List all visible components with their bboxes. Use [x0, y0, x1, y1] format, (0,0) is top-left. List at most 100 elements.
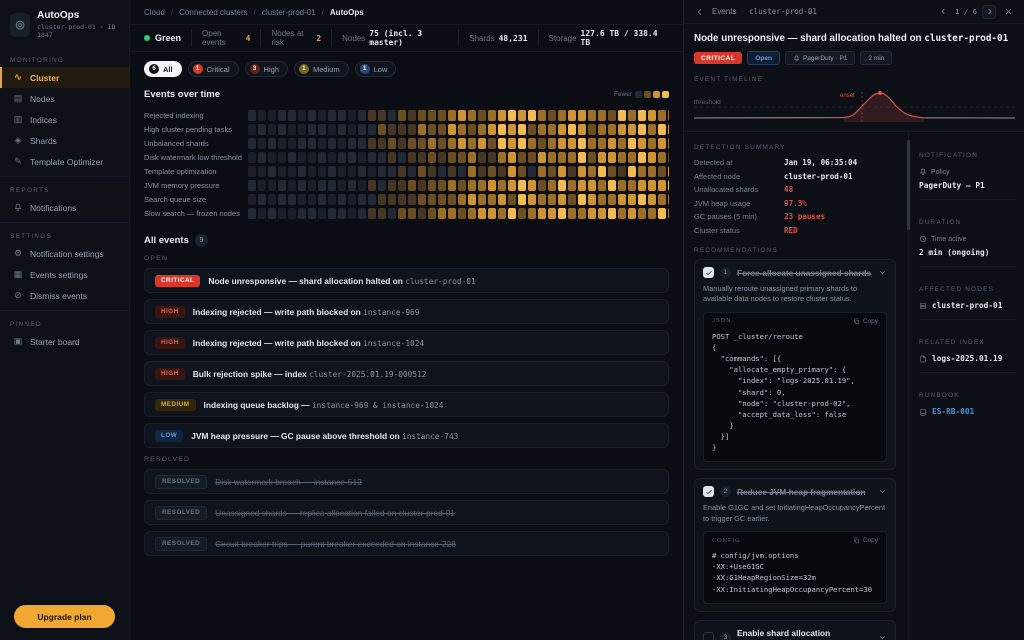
gear-icon: ⚙	[13, 248, 23, 259]
event-timeline-section: EVENT TIMELINE threshold onset	[684, 74, 1024, 131]
sidebar-section: SETTINGS⚙Notification settings▦Events se…	[0, 222, 129, 306]
heatmap-cell	[638, 166, 646, 177]
sidebar-item-shards[interactable]: ◈Shards	[0, 130, 129, 151]
recommendation-header[interactable]: 1Force-allocate unassigned shards	[703, 267, 887, 278]
rail-value: PagerDuty – P1	[919, 181, 1016, 190]
heatmap-cell	[448, 124, 456, 135]
sidebar-item-indices[interactable]: ▥Indices	[0, 109, 129, 130]
all-events-header: All events 9	[144, 234, 669, 247]
recommendation-checkbox[interactable]	[703, 486, 714, 497]
sidebar-item-cluster[interactable]: ∿Cluster	[0, 67, 129, 88]
upgrade-plan-button[interactable]: Upgrade plan	[14, 605, 115, 628]
rail-value[interactable]: ES-RB-001	[919, 407, 1016, 416]
recommendation-card: 1Force-allocate unassigned shardsManuall…	[694, 259, 896, 470]
event-row[interactable]: HIGHBulk rejection spike — index cluster…	[144, 361, 669, 386]
sidebar-item-notifications[interactable]: Notifications	[0, 197, 129, 218]
event-row[interactable]: RESOLVEDUnassigned shards — replica allo…	[144, 500, 669, 525]
heatmap-cell	[338, 166, 346, 177]
event-row[interactable]: HIGHIndexing rejected — write path block…	[144, 299, 669, 324]
copy-button[interactable]: Copy	[853, 318, 878, 325]
filter-high[interactable]: 3High	[245, 61, 288, 77]
heatmap-cell	[558, 180, 566, 191]
event-row[interactable]: RESOLVEDDisk watermark breach — instance…	[144, 469, 669, 494]
heatmap-cell	[528, 138, 536, 149]
rail-value-text: cluster-prod-01	[932, 301, 1002, 310]
recommendation-checkbox[interactable]	[703, 267, 714, 278]
heatmap-cell	[488, 194, 496, 205]
recommendation-checkbox[interactable]	[703, 632, 714, 640]
heatmap-cell	[258, 208, 266, 219]
breadcrumb-item[interactable]: Cloud	[144, 8, 165, 17]
event-row[interactable]: HIGHIndexing rejected — write path block…	[144, 330, 669, 355]
heatmap-cell	[518, 110, 526, 121]
filter-low[interactable]: 1Low	[355, 61, 397, 77]
status-metric-value: 75 (incl. 3 master)	[369, 29, 448, 47]
recommendation-header[interactable]: 3Enable shard allocation awareness	[703, 628, 887, 640]
sidebar-item-dismiss-events[interactable]: ⊘Dismiss events	[0, 285, 129, 306]
recommendation-description: Enable G1GC and set InitiatingHeapOccupa…	[703, 503, 887, 524]
heatmap-cell	[388, 110, 396, 121]
breadcrumb-item[interactable]: Connected clusters	[179, 8, 247, 17]
health-label: Green	[155, 33, 181, 43]
heatmap-cell	[638, 208, 646, 219]
sidebar-item-events-settings[interactable]: ▦Events settings	[0, 264, 129, 285]
recommendation-title: Force-allocate unassigned shards	[737, 268, 872, 278]
sidebar-spacer	[0, 352, 129, 595]
heatmap-cell	[528, 152, 536, 163]
heatmap-cell	[498, 194, 506, 205]
heatmap-cell	[478, 110, 486, 121]
rail-section: NOTIFICATIONPolicyPagerDuty – P1	[919, 142, 1016, 200]
heatmap-cell	[568, 194, 576, 205]
heatmap-row-label: Template optimization	[144, 167, 248, 176]
heatmap-cell	[248, 124, 256, 135]
heatmap-cell	[298, 166, 306, 177]
heatmap-cell	[608, 194, 616, 205]
status-metric-label: Nodes	[342, 34, 365, 43]
heatmap-cell	[358, 110, 366, 121]
back-chevron-icon[interactable]	[693, 5, 707, 19]
prev-event-button[interactable]	[936, 5, 950, 19]
event-row[interactable]: MEDIUMIndexing queue backlog — instance-…	[144, 392, 669, 417]
heatmap-cell	[328, 208, 336, 219]
heatmap-cell	[608, 110, 616, 121]
event-row[interactable]: RESOLVEDCircuit breaker trips — parent b…	[144, 531, 669, 556]
event-node-code: instance-743	[402, 432, 458, 441]
heatmap-cell	[358, 138, 366, 149]
next-event-button[interactable]	[982, 5, 996, 19]
heatmap-cell	[518, 138, 526, 149]
heatmap-cell	[458, 194, 466, 205]
filter-medium[interactable]: 1Medium	[294, 61, 349, 77]
event-node-code: instance-969	[363, 308, 419, 317]
server-icon	[919, 302, 927, 310]
filter-critical[interactable]: 1Critical	[188, 61, 239, 77]
sidebar-item-nodes[interactable]: ▤Nodes	[0, 88, 129, 109]
chevron-down-icon[interactable]	[878, 268, 887, 277]
sidebar-section: MONITORING∿Cluster▤Nodes▥Indices◈Shards✎…	[0, 47, 129, 172]
panel-scrollbar[interactable]	[907, 140, 910, 230]
copy-button[interactable]: Copy	[853, 537, 878, 544]
event-row[interactable]: CRITICALNode unresponsive — shard alloca…	[144, 268, 669, 293]
event-text: JVM heap pressure — GC pause above thres…	[191, 431, 458, 441]
heatmap-cell	[658, 124, 666, 135]
sidebar-item-template-optimizer[interactable]: ✎Template Optimizer	[0, 151, 129, 172]
filter-all[interactable]: 6All	[144, 61, 182, 77]
sidebar-item-notification-settings[interactable]: ⚙Notification settings	[0, 243, 129, 264]
heatmap-cell	[338, 208, 346, 219]
sidebar-item-starter-board[interactable]: ▣Starter board	[0, 331, 129, 352]
chevron-down-icon[interactable]	[878, 633, 887, 640]
heatmap-cell	[668, 180, 669, 191]
recommendation-header[interactable]: 2Reduce JVM heap fragmentation	[703, 486, 887, 497]
detection-row: GC pauses (5 min)23 pauses	[694, 210, 896, 224]
chevron-down-icon[interactable]	[878, 487, 887, 496]
breadcrumb-item[interactable]: cluster-prod-01	[262, 8, 316, 17]
detection-row: Unallocated shards48	[694, 183, 896, 197]
breadcrumb-item[interactable]: AutoOps	[330, 8, 364, 17]
panel-breadcrumb-events[interactable]: Events	[712, 7, 736, 16]
heatmap-cell	[428, 124, 436, 135]
panel-main-column: DETECTION SUMMARY Detected atJan 19, 06:…	[684, 132, 908, 640]
heatmap-cell	[278, 138, 286, 149]
event-row[interactable]: LOWJVM heap pressure — GC pause above th…	[144, 423, 669, 448]
heatmap-cell	[438, 208, 446, 219]
sidebar-item-label: Cluster	[30, 73, 59, 83]
close-panel-button[interactable]	[1001, 5, 1015, 19]
